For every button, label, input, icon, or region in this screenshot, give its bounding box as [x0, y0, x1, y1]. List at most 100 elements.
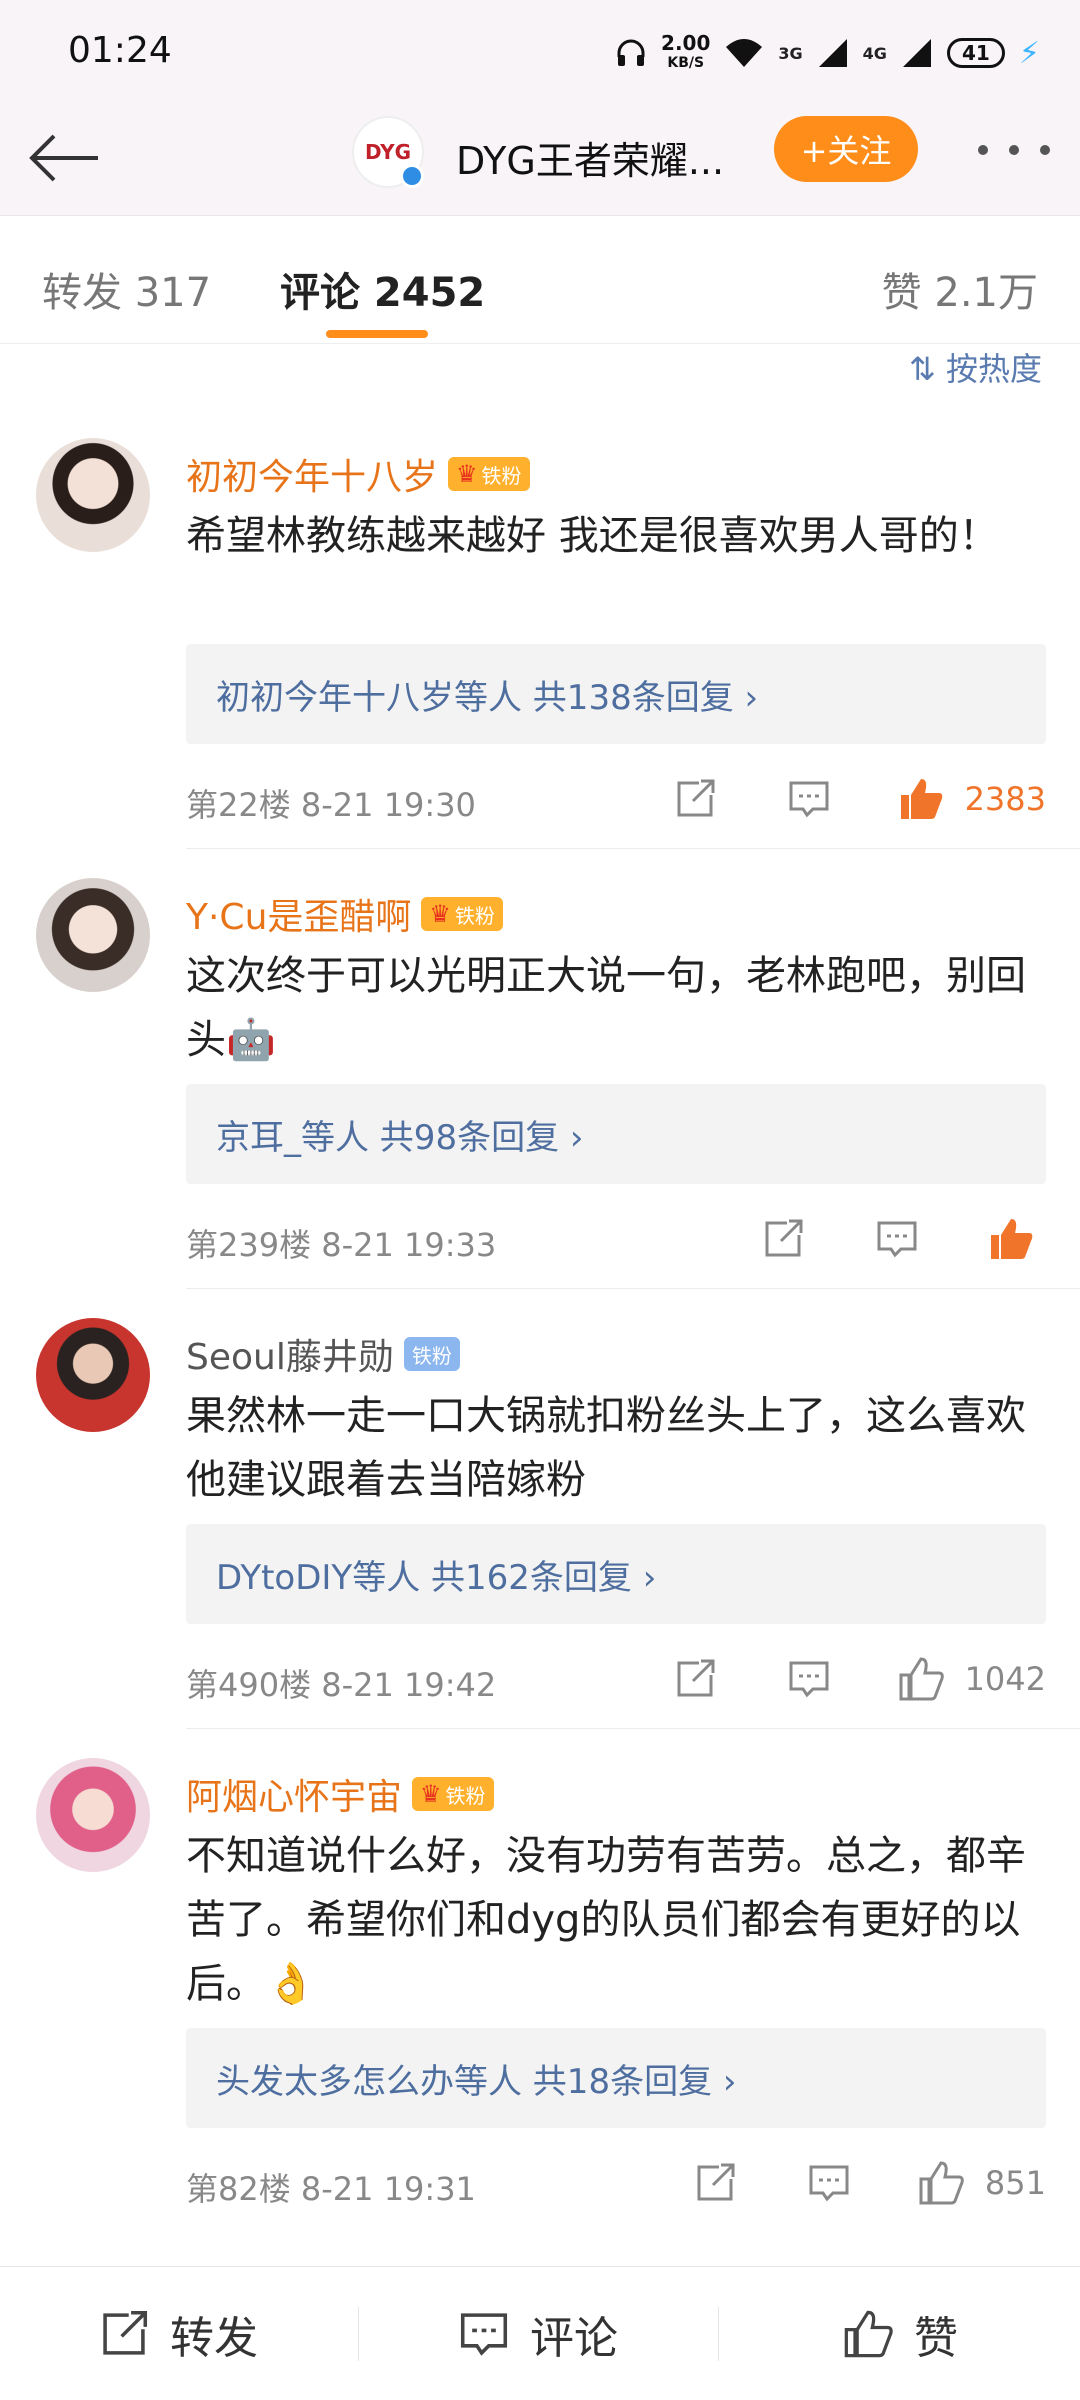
- comment-icon: [789, 1661, 829, 1698]
- comment-meta: 第239楼 8-21 19:33: [186, 1214, 1046, 1264]
- signal-4g-label: 4G: [862, 43, 887, 63]
- floor-time: 第82楼 8-21 19:31: [186, 2170, 476, 2208]
- like-button[interactable]: [986, 1214, 1036, 1264]
- fan-badge: ♛ 铁粉: [448, 457, 530, 491]
- floor-time: 第490楼 8-21 19:42: [186, 1666, 497, 1704]
- comment-text: 果然林一走一口大锅就扣粉丝头上了，这么喜欢他建议跟着去当陪嫁粉: [186, 1393, 1026, 1503]
- avatar[interactable]: [36, 878, 150, 992]
- floor-time: 第22楼 8-21 19:30: [186, 786, 476, 824]
- replies-link[interactable]: DYtoDIY等人 共162条回复 ›: [186, 1524, 1046, 1624]
- like-count: 851: [984, 2164, 1046, 2202]
- share-icon: [103, 2310, 148, 2355]
- comment-text: 不知道说什么好，没有功劳有苦劳。总之，都辛苦了。希望你们和dyg的队员们都会有更…: [186, 1833, 1026, 2007]
- thumbs-up-icon: [991, 1219, 1033, 1259]
- comment-author[interactable]: Seoul藤井勋 铁粉: [186, 1328, 460, 1380]
- share-button[interactable]: [758, 1214, 808, 1264]
- comment-author[interactable]: Y·Cu是歪醋啊 ♛ 铁粉: [186, 888, 503, 940]
- avatar[interactable]: [36, 438, 150, 552]
- battery-icon: 41: [946, 38, 1005, 68]
- floor-time: 第239楼 8-21 19:33: [186, 1226, 497, 1264]
- divider: [186, 1288, 1080, 1289]
- comment-button[interactable]: 评论: [458, 2267, 618, 2400]
- bottom-action-bar: 转发 评论 赞: [0, 2266, 1080, 2400]
- tab-repost[interactable]: 转发 317: [42, 260, 211, 318]
- comment-icon: [877, 1221, 917, 1258]
- account-title[interactable]: DYG王者荣耀...: [456, 130, 724, 185]
- like-button[interactable]: [916, 2158, 966, 2208]
- status-time: 01:24: [68, 30, 172, 71]
- divider: [718, 2307, 719, 2361]
- like-count: 2383: [964, 780, 1046, 818]
- comment-author[interactable]: 阿烟心怀宇宙 ♛ 铁粉: [186, 1768, 494, 1820]
- reply-button[interactable]: [872, 1214, 922, 1264]
- more-options-button[interactable]: [978, 130, 1050, 170]
- replies-link[interactable]: 头发太多怎么办等人 共18条回复 ›: [186, 2028, 1046, 2128]
- tab-comments[interactable]: 评论 2452: [280, 260, 485, 318]
- reply-button[interactable]: [784, 1654, 834, 1704]
- divider: [358, 2307, 359, 2361]
- repost-label: 转发: [170, 2313, 258, 2364]
- avatar[interactable]: [36, 1758, 150, 1872]
- signal-3g-label: 3G: [778, 43, 803, 63]
- share-icon: [697, 2163, 735, 2201]
- thumbs-up-icon: [901, 779, 943, 819]
- share-button[interactable]: [670, 774, 720, 824]
- fan-badge: 铁粉: [403, 1337, 460, 1371]
- status-bar: 01:24 2.00 KB/S 3G 4G 41 ⚡: [0, 0, 1080, 100]
- signal-icon-2: [902, 39, 931, 67]
- verified-icon: [400, 164, 424, 188]
- headphones-icon: [617, 39, 645, 66]
- share-button[interactable]: [670, 1654, 720, 1704]
- divider: [186, 1728, 1080, 1729]
- fan-badge: ♛ 铁粉: [421, 897, 503, 931]
- fan-badge: ♛ 铁粉: [412, 1777, 494, 1811]
- like-button[interactable]: [896, 1654, 946, 1704]
- comment-meta: 第22楼 8-21 19:30 2383: [186, 774, 1046, 824]
- share-button[interactable]: [690, 2158, 740, 2208]
- thumbs-up-icon: [899, 1657, 944, 1701]
- sort-label: 按热度: [945, 350, 1042, 388]
- like-label: 赞: [914, 2313, 958, 2364]
- comment-icon: [809, 2165, 849, 2202]
- share-icon: [677, 1659, 715, 1697]
- follow-button[interactable]: +关注: [774, 116, 918, 182]
- crown-icon: ♛: [429, 900, 451, 928]
- comment-author[interactable]: 初初今年十八岁 ♛ 铁粉: [186, 448, 530, 500]
- comment-icon: [789, 781, 829, 818]
- crown-icon: ♛: [420, 1780, 442, 1808]
- tab-bar: 转发 317 评论 2452 赞 2.1万: [0, 216, 1080, 344]
- like-count: 1042: [964, 1660, 1046, 1698]
- signal-icon: [818, 39, 847, 67]
- comment-text: 希望林教练越来越好 我还是很喜欢男人哥的！: [186, 513, 999, 559]
- reply-button[interactable]: [804, 2158, 854, 2208]
- net-speed: 2.00 KB/S: [661, 31, 711, 71]
- wifi-icon: [726, 39, 763, 67]
- share-icon: [765, 1219, 803, 1257]
- repost-button[interactable]: 转发: [98, 2267, 258, 2400]
- reply-button[interactable]: [784, 774, 834, 824]
- sort-icon: ⇅: [909, 350, 946, 388]
- back-button[interactable]: [28, 122, 100, 194]
- replies-link[interactable]: 初初今年十八岁等人 共138条回复 ›: [186, 644, 1046, 744]
- comment-meta: 第490楼 8-21 19:42 1042: [186, 1654, 1046, 1704]
- replies-link[interactable]: 京耳_等人 共98条回复 ›: [186, 1084, 1046, 1184]
- crown-icon: ♛: [456, 460, 478, 488]
- back-arrow-icon: [29, 134, 98, 182]
- status-icons: 2.00 KB/S 3G 4G 41 ⚡: [615, 28, 1040, 78]
- share-icon: [677, 779, 715, 817]
- tab-indicator: [326, 330, 428, 338]
- header: DYG DYG王者荣耀... +关注: [0, 100, 1080, 216]
- thumbs-up-icon: [919, 2161, 964, 2205]
- like-bottom-button[interactable]: 赞: [842, 2267, 958, 2400]
- thumbs-up-icon: [844, 2310, 893, 2358]
- comment-meta: 第82楼 8-21 19:31 851: [186, 2158, 1046, 2208]
- sort-button[interactable]: ⇅ 按热度: [909, 344, 1042, 390]
- like-button[interactable]: [896, 774, 946, 824]
- comment-text: 这次终于可以光明正大说一句，老林跑吧，别回头🤖: [186, 953, 1026, 1063]
- tab-likes[interactable]: 赞 2.1万: [882, 260, 1038, 318]
- comment-label: 评论: [530, 2313, 618, 2364]
- charging-icon: ⚡: [1018, 35, 1040, 71]
- avatar[interactable]: [36, 1318, 150, 1432]
- comment-icon: [460, 2313, 508, 2356]
- divider: [186, 848, 1080, 849]
